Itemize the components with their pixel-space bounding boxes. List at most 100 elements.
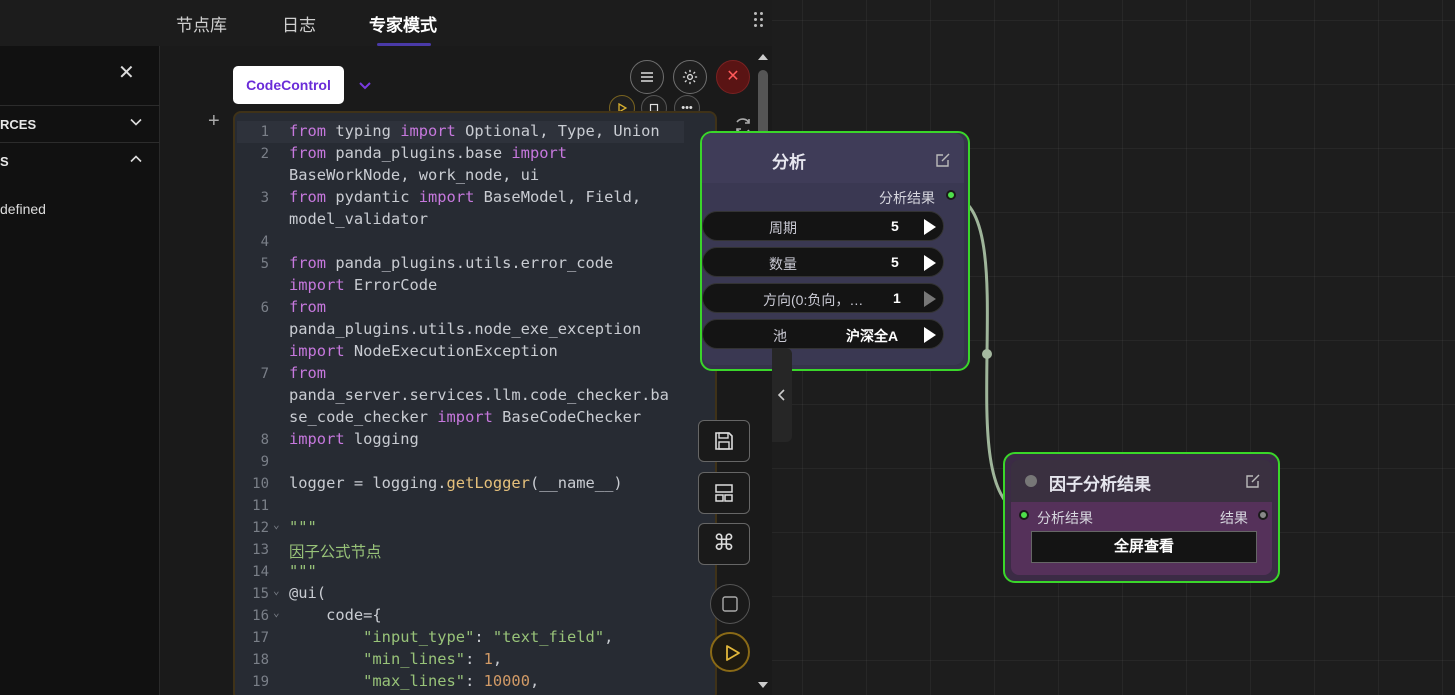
factor-analysis-node[interactable]: 分析 分析结果 周期 5 数量 5 方向(0:负向，… 1 池 沪深全A bbox=[700, 131, 970, 371]
code-line[interactable]: 9 bbox=[235, 451, 715, 473]
collapse-panel-tab[interactable] bbox=[772, 348, 792, 442]
code-line[interactable]: 19 "max_lines": 10000, bbox=[235, 671, 715, 693]
code-line[interactable]: 15 ⌄ @ui( bbox=[235, 583, 715, 605]
code-line[interactable]: 7 from bbox=[235, 363, 715, 385]
code-line[interactable]: 1 from typing import Optional, Type, Unio… bbox=[235, 121, 715, 143]
fold-chevron-icon[interactable]: ⌄ bbox=[273, 584, 280, 597]
code-text: "input_type": "text_field", bbox=[363, 628, 614, 646]
edit-icon[interactable] bbox=[1244, 472, 1262, 490]
save-icon[interactable] bbox=[698, 420, 750, 462]
code-line[interactable]: import ErrorCode bbox=[235, 275, 715, 297]
play-arrow-icon[interactable] bbox=[919, 289, 939, 309]
line-number: 16 bbox=[252, 608, 269, 624]
sidebar-item-text[interactable]: defined bbox=[0, 201, 46, 217]
code-line[interactable]: import NodeExecutionException bbox=[235, 341, 715, 363]
line-number: 10 bbox=[252, 476, 269, 492]
node-type-select[interactable]: CodeControl bbox=[233, 66, 344, 104]
add-icon[interactable]: + bbox=[208, 110, 220, 133]
param-period[interactable]: 周期 5 bbox=[702, 211, 944, 241]
edit-icon[interactable] bbox=[934, 151, 952, 169]
line-number: 7 bbox=[260, 366, 269, 382]
menu-icon[interactable] bbox=[630, 60, 664, 94]
line-number: 6 bbox=[260, 300, 269, 316]
code-text: 因子公式节点 bbox=[289, 543, 382, 561]
param-value: 5 bbox=[891, 218, 899, 234]
top-tab-bar: 节点库 日志 专家模式 bbox=[0, 0, 772, 46]
input-port-label: 分析结果 bbox=[1037, 510, 1093, 526]
close-editor-icon[interactable]: ✕ bbox=[716, 60, 750, 94]
left-sidebar: ✕ RCES S defined bbox=[0, 46, 160, 695]
code-text: """ bbox=[289, 562, 317, 580]
fold-chevron-icon[interactable]: ⌄ bbox=[273, 518, 280, 531]
run-icon[interactable] bbox=[710, 632, 750, 672]
settings-gear-icon[interactable] bbox=[673, 60, 707, 94]
code-line[interactable]: 12 ⌄ """ bbox=[235, 517, 715, 539]
param-label: 方向(0:负向，… bbox=[763, 292, 864, 308]
param-direction[interactable]: 方向(0:负向，… 1 bbox=[702, 283, 944, 313]
param-count[interactable]: 数量 5 bbox=[702, 247, 944, 277]
code-editor[interactable]: 1 from typing import Optional, Type, Unio… bbox=[233, 111, 717, 695]
drag-handle-icon[interactable] bbox=[754, 12, 766, 28]
sidebar-section-label: RCES bbox=[0, 117, 37, 132]
code-text: se_code_checker import BaseCodeChecker bbox=[289, 408, 642, 426]
play-arrow-icon[interactable] bbox=[919, 253, 939, 273]
code-line[interactable]: 10 logger = logging.getLogger(__name__) bbox=[235, 473, 715, 495]
code-line[interactable]: se_code_checker import BaseCodeChecker bbox=[235, 407, 715, 429]
param-value: 1 bbox=[893, 290, 901, 306]
code-text: import ErrorCode bbox=[289, 276, 438, 294]
factor-result-node[interactable]: 因子分析结果 分析结果 结果 全屏查看 bbox=[1003, 452, 1280, 583]
code-line[interactable]: BaseWorkNode, work_node, ui bbox=[235, 165, 715, 187]
code-line[interactable]: 16 ⌄ code={ bbox=[235, 605, 715, 627]
code-line[interactable]: panda_plugins.utils.node_exe_exception bbox=[235, 319, 715, 341]
chevron-down-icon[interactable] bbox=[357, 77, 373, 93]
fullscreen-view-button[interactable]: 全屏查看 bbox=[1031, 531, 1257, 563]
close-icon[interactable]: ✕ bbox=[118, 63, 135, 83]
play-arrow-icon[interactable] bbox=[919, 217, 939, 237]
node-title: 因子分析结果 bbox=[1049, 475, 1151, 494]
line-number: 15 bbox=[252, 586, 269, 602]
code-text: from typing import Optional, Type, Union bbox=[289, 122, 660, 140]
code-text: code={ bbox=[289, 606, 382, 624]
play-arrow-icon[interactable] bbox=[919, 325, 939, 345]
line-number: 2 bbox=[260, 146, 269, 162]
code-line[interactable]: 4 bbox=[235, 231, 715, 253]
input-port[interactable] bbox=[1019, 510, 1029, 520]
line-number: 1 bbox=[260, 124, 269, 140]
code-text: from panda_plugins.base import bbox=[289, 144, 568, 162]
param-label: 数量 bbox=[769, 256, 797, 272]
code-line[interactable]: 17 "input_type": "text_field", bbox=[235, 627, 715, 649]
output-port[interactable] bbox=[946, 190, 956, 200]
code-text: import NodeExecutionException bbox=[289, 342, 558, 360]
param-stock-pool[interactable]: 池 沪深全A bbox=[702, 319, 944, 349]
code-line[interactable]: 6 from bbox=[235, 297, 715, 319]
code-line[interactable]: 5 from panda_plugins.utils.error_code bbox=[235, 253, 715, 275]
sidebar-section-expanded[interactable]: S bbox=[0, 142, 160, 179]
code-text: from panda_plugins.utils.error_code bbox=[289, 254, 614, 272]
line-number: 17 bbox=[252, 630, 269, 646]
line-number: 11 bbox=[252, 498, 269, 514]
layout-icon[interactable] bbox=[698, 472, 750, 514]
code-line[interactable]: 3 from pydantic import BaseModel, Field, bbox=[235, 187, 715, 209]
line-number: 8 bbox=[260, 432, 269, 448]
code-line[interactable]: panda_server.services.llm.code_checker.b… bbox=[235, 385, 715, 407]
tab-node-library[interactable]: 节点库 bbox=[176, 11, 227, 36]
node-title: 分析 bbox=[772, 153, 806, 172]
code-line[interactable]: 8 import logging bbox=[235, 429, 715, 451]
fold-chevron-icon[interactable]: ⌄ bbox=[273, 606, 280, 619]
status-dot bbox=[1025, 475, 1037, 487]
code-line[interactable]: model_validator bbox=[235, 209, 715, 231]
sidebar-section-sources[interactable]: RCES bbox=[0, 105, 160, 142]
code-line[interactable]: 13 因子公式节点 bbox=[235, 539, 715, 561]
output-port[interactable] bbox=[1258, 510, 1268, 520]
code-text: logger = logging.getLogger(__name__) bbox=[289, 474, 623, 492]
tab-expert-mode[interactable]: 专家模式 bbox=[369, 11, 437, 36]
tab-logs[interactable]: 日志 bbox=[282, 11, 316, 36]
code-line[interactable]: 18 "min_lines": 1, bbox=[235, 649, 715, 671]
stop-icon[interactable] bbox=[710, 584, 750, 624]
code-text: panda_plugins.utils.node_exe_exception bbox=[289, 320, 642, 338]
code-line[interactable]: 11 bbox=[235, 495, 715, 517]
line-number: 18 bbox=[252, 652, 269, 668]
code-line[interactable]: 2 from panda_plugins.base import bbox=[235, 143, 715, 165]
command-icon[interactable]: ⌘ bbox=[698, 523, 750, 565]
code-line[interactable]: 14 """ bbox=[235, 561, 715, 583]
